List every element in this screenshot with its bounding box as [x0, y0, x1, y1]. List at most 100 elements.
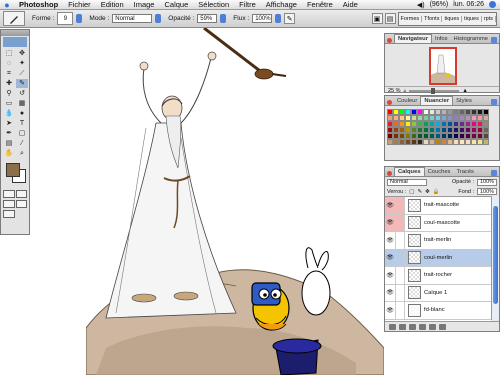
gradient-tool-icon[interactable]: ▦ [16, 99, 28, 108]
history-brush-tool-icon[interactable]: ↺ [16, 89, 28, 98]
well-tab-rpts[interactable]: rpts [482, 15, 496, 22]
lock-transparency-icon[interactable]: ▢ [409, 189, 414, 195]
opacity-popup-arrow-icon[interactable] [220, 14, 227, 23]
zoom-level[interactable]: 25 % [388, 88, 401, 94]
new-set-icon[interactable] [409, 323, 416, 330]
mode-popup-arrow-icon[interactable] [155, 14, 162, 23]
well-tab-tiques-2[interactable]: tiques [462, 15, 482, 22]
zoom-slider-knob[interactable] [431, 87, 436, 94]
slice-tool-icon[interactable]: ⟋ [16, 69, 28, 78]
path-selection-tool-icon[interactable]: ➤ [3, 119, 15, 128]
trash-icon[interactable] [439, 323, 446, 330]
well-tab-formes[interactable]: Formes [399, 15, 423, 22]
eye-icon[interactable]: 👁 [385, 249, 396, 266]
tab-couleur[interactable]: Couleur [394, 97, 420, 105]
layer-row[interactable]: 👁 trait-rocher [385, 267, 491, 285]
link-icon[interactable] [396, 267, 405, 284]
close-icon[interactable] [387, 171, 392, 176]
menu-edition[interactable]: Edition [96, 0, 129, 10]
eyedropper-tool-icon[interactable]: ⁄ [16, 139, 28, 148]
eye-icon[interactable]: 👁 [385, 302, 396, 319]
brush-tool-icon[interactable]: ✎ [16, 79, 28, 88]
color-swatch[interactable] [483, 139, 489, 145]
menu-app[interactable]: Photoshop [14, 0, 63, 10]
tab-infos[interactable]: Infos [432, 35, 451, 43]
link-icon[interactable] [396, 232, 405, 249]
eye-icon[interactable]: 👁 [385, 214, 396, 231]
link-icon[interactable] [396, 214, 405, 231]
tab-nuancier[interactable]: Nuancier [420, 96, 454, 105]
eye-icon[interactable]: 👁 [385, 284, 396, 301]
mode-select[interactable]: Normal [112, 14, 153, 23]
type-tool-icon[interactable]: T [16, 119, 28, 128]
palette-menu-icon[interactable] [491, 37, 498, 43]
document-canvas[interactable] [86, 28, 384, 375]
menu-aide[interactable]: Aide [338, 0, 363, 10]
eraser-tool-icon[interactable]: ▭ [3, 99, 15, 108]
crop-tool-icon[interactable]: ⌗ [3, 69, 15, 78]
jump-to-imageready-button[interactable] [3, 210, 15, 218]
apple-menu-icon[interactable]: ● [0, 0, 14, 10]
eye-icon[interactable]: 👁 [385, 197, 396, 214]
fill-field[interactable]: 100% [477, 188, 497, 195]
toolbox-titlebar[interactable] [1, 30, 29, 36]
layer-row[interactable]: 👁 trait-mascotte [385, 197, 491, 215]
palette-menu-icon[interactable] [491, 170, 497, 176]
menu-fenetre[interactable]: Fenêtre [302, 0, 338, 10]
zoom-slider[interactable] [409, 87, 460, 94]
eye-icon[interactable]: 👁 [385, 232, 396, 249]
spotlight-icon[interactable] [489, 1, 496, 8]
lock-paint-icon[interactable]: ✎ [417, 189, 422, 195]
magic-wand-tool-icon[interactable]: ✦ [16, 59, 28, 68]
full-screen-button[interactable] [15, 200, 27, 208]
blur-tool-icon[interactable]: 💧 [3, 109, 15, 118]
flux-field[interactable]: 100% [252, 14, 273, 23]
scrollbar-thumb[interactable] [493, 206, 498, 304]
move-tool-icon[interactable]: ✥ [16, 49, 28, 58]
photoshop-logo-icon[interactable] [3, 37, 27, 47]
link-icon[interactable] [396, 302, 405, 319]
tab-navigateur[interactable]: Navigateur [394, 34, 432, 43]
layer-style-icon[interactable] [389, 323, 396, 330]
adjustment-layer-icon[interactable] [419, 323, 426, 330]
layer-row[interactable]: 👁 trait-merlin [385, 232, 491, 250]
layer-mask-icon[interactable] [399, 323, 406, 330]
link-icon[interactable] [396, 284, 405, 301]
clone-stamp-tool-icon[interactable]: ⚲ [3, 89, 15, 98]
shape-tool-icon[interactable]: ▢ [16, 129, 28, 138]
lasso-tool-icon[interactable]: ◌ [3, 59, 15, 68]
tab-styles[interactable]: Styles [453, 97, 475, 105]
menu-affichage[interactable]: Affichage [261, 0, 302, 10]
clock[interactable]: lun. 06:26 [453, 1, 484, 8]
battery-status[interactable]: (96%) [430, 1, 449, 8]
tab-calques[interactable]: Calques [394, 167, 425, 176]
healing-brush-tool-icon[interactable]: ✚ [3, 79, 15, 88]
standard-screen-button[interactable] [3, 200, 15, 208]
well-tab-tiques-1[interactable]: tiques [442, 15, 463, 22]
tab-histogramme[interactable]: Histogramme [451, 35, 491, 43]
marquee-tool-icon[interactable]: ⬚ [3, 49, 15, 58]
new-layer-icon[interactable] [429, 323, 436, 330]
menu-image[interactable]: Image [129, 0, 160, 10]
tool-preset-picker[interactable] [3, 11, 25, 26]
hand-tool-icon[interactable]: ✋ [3, 149, 15, 158]
file-browser-icon[interactable]: ▣ [371, 13, 383, 24]
palette-menu-icon[interactable] [491, 99, 497, 105]
layers-scrollbar[interactable] [491, 196, 499, 320]
zoom-tool-icon[interactable]: ⌕ [16, 149, 28, 158]
layer-row[interactable]: 👁 fd-blanc [385, 302, 491, 320]
airbrush-toggle-icon[interactable]: ✎ [284, 13, 296, 24]
layer-opacity-field[interactable]: 100% [477, 178, 497, 186]
menu-fichier[interactable]: Fichier [63, 0, 96, 10]
close-icon[interactable] [387, 100, 392, 105]
lock-all-icon[interactable]: 🔒 [433, 189, 440, 195]
flux-popup-arrow-icon[interactable] [275, 14, 282, 23]
tab-couches[interactable]: Couches [425, 168, 454, 176]
menu-selection[interactable]: Sélection [193, 0, 234, 10]
brush-size-picker[interactable]: 9 [57, 12, 74, 25]
volume-icon[interactable]: ◀) [417, 1, 425, 9]
layer-row-selected[interactable]: 👁 coul-merlin [385, 249, 491, 267]
zoom-out-icon[interactable]: ▵ [404, 88, 407, 94]
brush-mode-icon[interactable] [396, 249, 405, 266]
zoom-in-icon[interactable]: ▲ [462, 88, 467, 94]
